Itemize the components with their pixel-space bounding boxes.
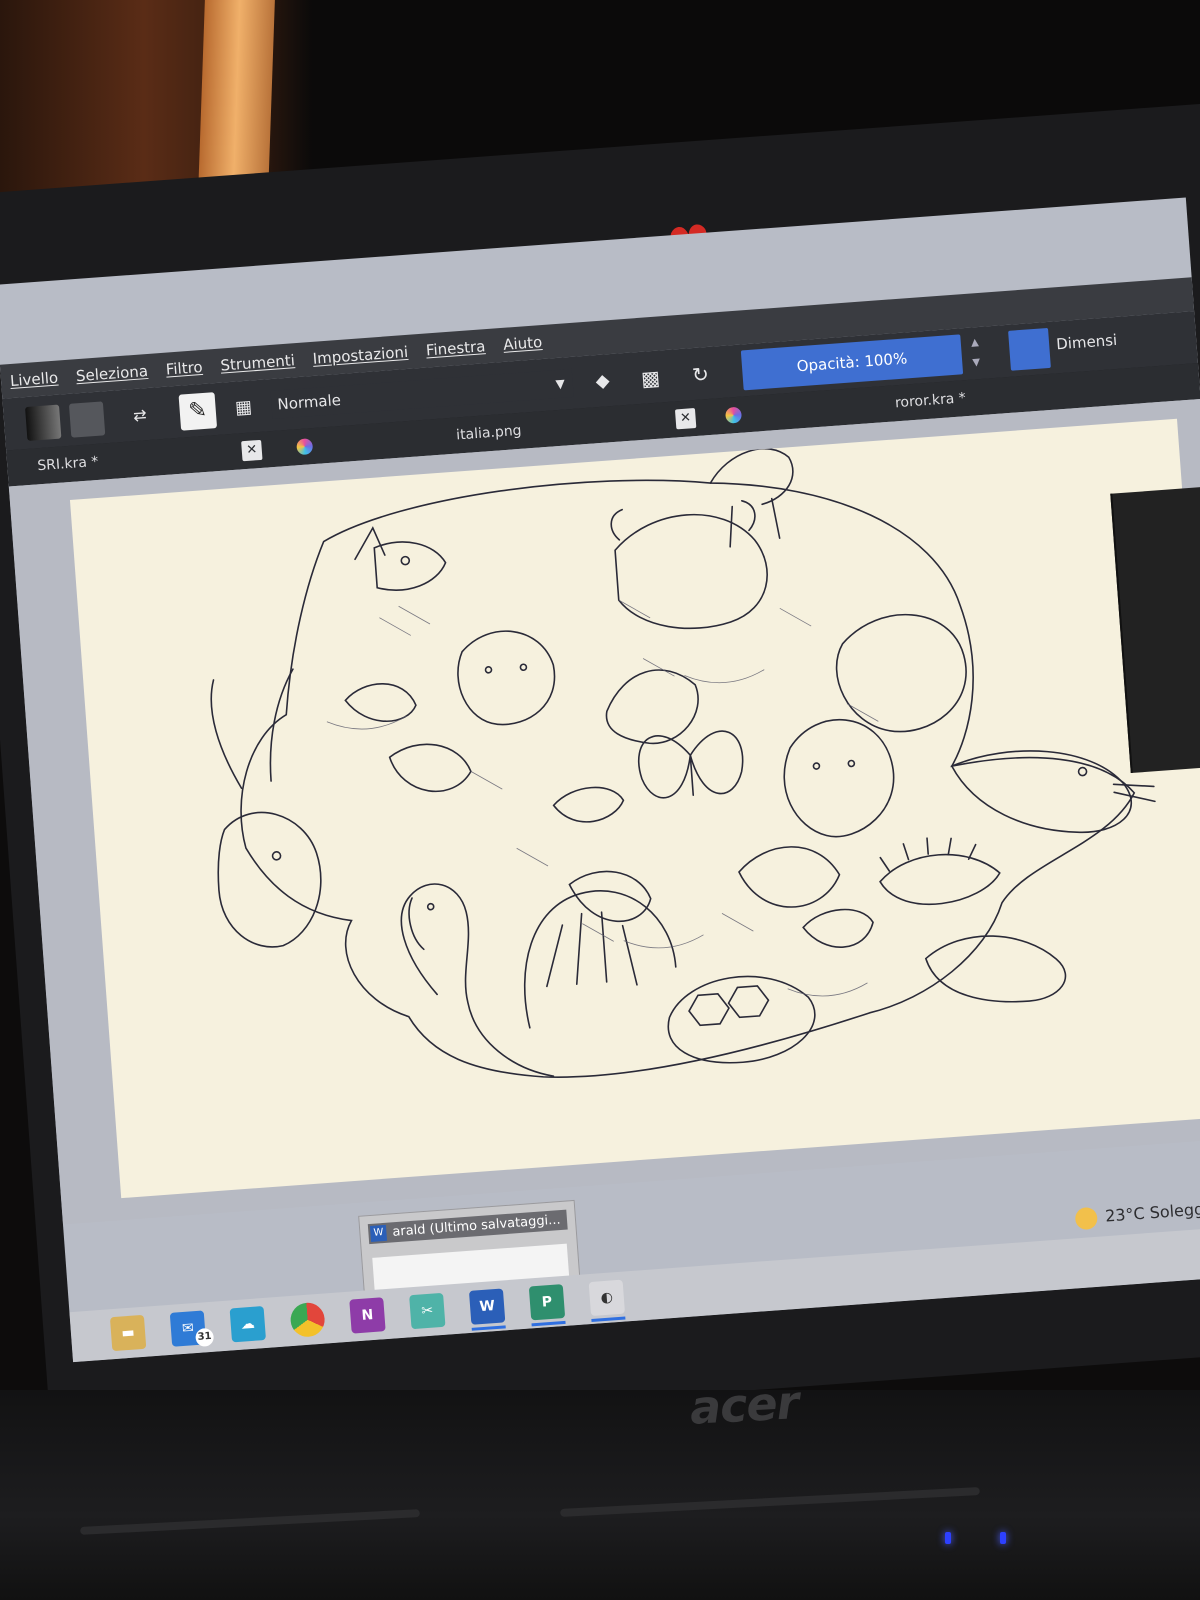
reload-preset-icon[interactable]: ↻: [681, 355, 720, 394]
close-icon[interactable]: ✕: [674, 407, 697, 430]
brand-logo: acer: [688, 1375, 800, 1435]
pattern-swatch[interactable]: [68, 401, 106, 438]
krita-doc-icon: [724, 406, 743, 424]
laptop-screen: Livello Seleziona Filtro Strumenti Impostazi…: [0, 197, 1200, 1363]
chevron-down-icon: ▼: [555, 376, 566, 392]
menu-filtro[interactable]: Filtro: [156, 349, 213, 387]
tab-label: italia.png: [455, 422, 523, 444]
eraser-icon[interactable]: ◆: [583, 362, 622, 401]
preview-title-text: arald (Ultimo salvataggi...: [391, 1212, 562, 1240]
calendar-icon[interactable]: ✉ 31: [169, 1310, 215, 1348]
drawing-canvas[interactable]: [69, 418, 1200, 1199]
menu-aiuto[interactable]: Aiuto: [493, 324, 552, 362]
weather-widget[interactable]: 23°C Soleggiat: [1074, 1197, 1200, 1231]
animal-collage-sketch: [210, 448, 1156, 1078]
brush-presets-grid-icon[interactable]: ▦: [224, 389, 263, 428]
sun-icon: [1074, 1206, 1099, 1231]
opacity-spin-arrows-icon[interactable]: ▲ ▼: [964, 333, 987, 374]
menu-livello[interactable]: Livello: [0, 360, 68, 399]
alpha-lock-icon[interactable]: ▩: [631, 359, 670, 398]
krita-icon[interactable]: ◐: [588, 1279, 626, 1317]
status-led: [945, 1532, 951, 1544]
preview-title: Warald (Ultimo salvataggi...: [367, 1209, 568, 1245]
onenote-icon[interactable]: N: [349, 1297, 386, 1334]
keyboard-deck: [0, 1390, 1200, 1600]
size-label: Dimensi: [1055, 330, 1118, 354]
menu-finestra[interactable]: Finestra: [416, 329, 496, 369]
publisher-icon[interactable]: P: [528, 1284, 566, 1321]
status-led: [1000, 1532, 1006, 1544]
blend-mode-value: Normale: [276, 390, 342, 414]
tab-label: SRI.kra *: [36, 453, 99, 475]
weather-text: 23°C Soleggiat: [1104, 1197, 1200, 1226]
gradient-swatch[interactable]: [25, 404, 62, 441]
krita-doc-icon: [296, 438, 314, 456]
snip-tool-icon[interactable]: ✂: [409, 1292, 446, 1330]
teams-icon[interactable]: ☁: [229, 1306, 266, 1343]
canvas-area: [8, 398, 1200, 1225]
close-icon[interactable]: ✕: [241, 439, 263, 462]
word-icon[interactable]: W: [468, 1288, 506, 1325]
word-icon: W: [369, 1224, 388, 1242]
size-slider[interactable]: [1008, 327, 1051, 371]
swap-colors-icon[interactable]: ⇄: [121, 396, 160, 435]
tab-label: roror.kra *: [894, 390, 967, 412]
brush-preset-icon[interactable]: ✎: [178, 392, 218, 431]
calendar-badge: 31: [195, 1327, 215, 1348]
file-explorer-icon[interactable]: ▬: [109, 1314, 147, 1352]
chrome-icon[interactable]: [289, 1301, 326, 1339]
